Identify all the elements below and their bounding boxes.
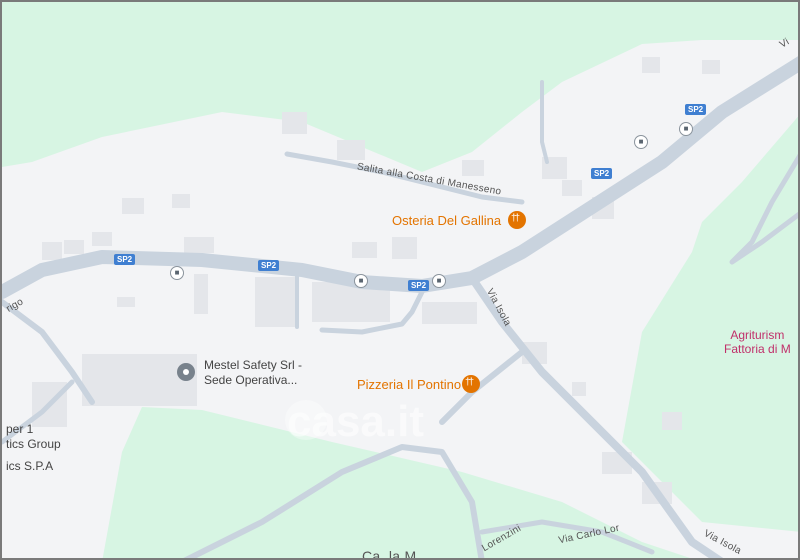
place-label-logistics-line1: per 1 [6, 422, 34, 436]
place-label-spa[interactable]: ics S.P.A [6, 459, 53, 474]
place-label-agriturismo[interactable]: Agriturism Fattoria di M [724, 328, 791, 356]
place-label-agriturismo-line2: Fattoria di M [724, 342, 791, 356]
place-label-agriturismo-line1: Agriturism [730, 328, 785, 342]
bus-stop-icon[interactable]: ■ [170, 266, 184, 280]
sp2-shield: SP2 [114, 254, 136, 265]
sp2-shield: SP2 [258, 260, 280, 271]
place-pin-icon[interactable] [177, 363, 195, 381]
watermark: casa.it [287, 397, 424, 446]
bus-stop-icon[interactable]: ■ [432, 274, 446, 288]
restaurant-icon[interactable] [462, 375, 480, 393]
place-label-pizzeria[interactable]: Pizzeria Il Pontino [357, 377, 461, 392]
restaurant-icon[interactable] [508, 211, 526, 229]
map-view[interactable]: SP2 SP2 SP2 SP2 SP2 ■ ■ ■ ■ ■ Salita all… [0, 0, 800, 560]
sp2-shield: SP2 [408, 280, 430, 291]
place-label-logistics-line2: tics Group [6, 437, 61, 451]
bus-stop-icon[interactable]: ■ [679, 122, 693, 136]
area-label-bottom: Ca..la M... [362, 548, 430, 560]
sp2-shield: SP2 [685, 104, 707, 115]
place-label-mestel[interactable]: Mestel Safety Srl - Sede Operativa... [204, 358, 302, 388]
place-label-mestel-line1: Mestel Safety Srl - [204, 358, 303, 372]
bus-stop-icon[interactable]: ■ [634, 135, 648, 149]
bus-stop-icon[interactable]: ■ [354, 274, 368, 288]
place-label-osteria[interactable]: Osteria Del Gallina [392, 213, 501, 228]
place-label-mestel-line2: Sede Operativa... [204, 373, 298, 387]
place-label-logistics[interactable]: per 1 tics Group [6, 422, 61, 452]
map-canvas[interactable] [2, 2, 800, 560]
sp2-shield: SP2 [591, 168, 613, 179]
